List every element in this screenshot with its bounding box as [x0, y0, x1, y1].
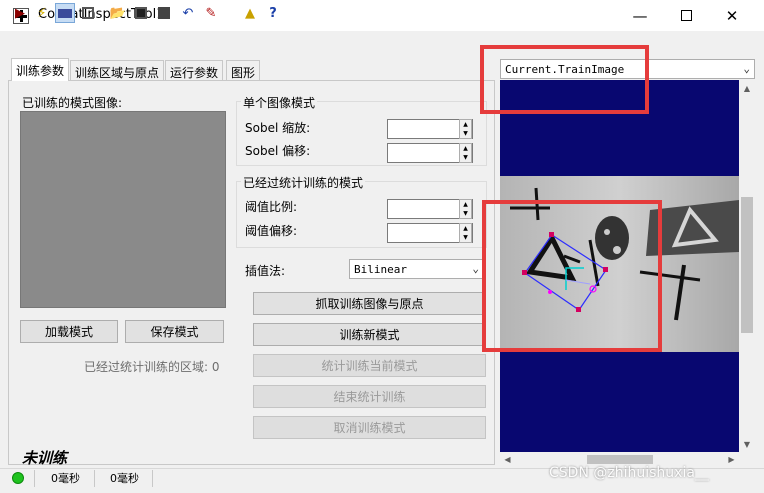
status-time-2: 0毫秒 — [110, 472, 139, 485]
minimize-icon: — — [632, 6, 648, 25]
chevron-down-icon: ⌄ — [743, 62, 750, 75]
scroll-down-icon[interactable]: ▼ — [739, 436, 755, 452]
scroll-right-icon[interactable]: ▶ — [724, 452, 739, 467]
threshold-scale-label: 阈值比例: — [245, 200, 298, 214]
help-icon[interactable]: ? — [263, 3, 283, 23]
image-display-icon[interactable] — [55, 3, 75, 23]
toolbar — [0, 31, 764, 57]
reset-icon[interactable] — [154, 3, 174, 23]
tab-run-params[interactable]: 运行参数 — [165, 60, 224, 81]
maximize-button[interactable] — [663, 0, 709, 31]
lightning-icon[interactable]: ⚡ — [32, 3, 52, 23]
status-divider — [94, 470, 95, 487]
status-led-icon — [12, 472, 24, 484]
status-divider — [152, 470, 153, 487]
load-pattern-button[interactable]: 加载模式 — [20, 320, 118, 343]
threshold-offset-stepper[interactable]: ▲ ▼ — [459, 223, 472, 243]
threshold-offset-label: 阈值偏移: — [245, 224, 298, 238]
sobel-offset-label: Sobel 偏移: — [245, 144, 311, 158]
tab-train-region[interactable]: 训练区域与原点 — [70, 60, 165, 81]
threshold-scale-stepper[interactable]: ▲ ▼ — [459, 199, 472, 219]
trained-pattern-image — [20, 111, 226, 308]
import-icon[interactable]: ↶ — [178, 3, 198, 23]
vertical-scroll-thumb[interactable] — [741, 197, 753, 333]
maximize-icon — [680, 10, 692, 21]
save-pattern-button[interactable]: 保存模式 — [125, 320, 224, 343]
multi-window-icon[interactable] — [78, 3, 98, 23]
run-icon[interactable]: ▶ — [10, 3, 30, 23]
sobel-scale-stepper[interactable]: ▲ ▼ — [459, 119, 472, 139]
interpolation-select[interactable]: Bilinear ⌄ — [349, 259, 484, 279]
status-divider — [34, 470, 35, 487]
tab-train-params[interactable]: 训练参数 — [11, 58, 70, 81]
end-stat-train-button[interactable]: 结束统计训练 — [253, 385, 486, 408]
close-icon: ✕ — [725, 6, 739, 25]
train-state-label: 未训练 — [22, 449, 68, 467]
scroll-left-icon[interactable]: ◀ — [500, 452, 515, 467]
stat-trained-group-title: 已经过统计训练的模式 — [241, 174, 366, 191]
grab-train-image-button[interactable]: 抓取训练图像与原点 — [253, 292, 486, 315]
vertical-scrollbar[interactable]: ▲ ▼ — [739, 80, 755, 452]
interpolation-value: Bilinear — [354, 262, 407, 276]
horizontal-scroll-thumb[interactable] — [587, 455, 653, 464]
close-button[interactable]: ✕ — [709, 0, 755, 31]
trained-image-label: 已训练的模式图像: — [22, 96, 123, 110]
watermark: CSDN @zhihuishuxia__ — [549, 465, 709, 481]
sobel-offset-stepper[interactable]: ▲ ▼ — [459, 143, 472, 163]
stat-trained-region-count: 已经过统计训练的区域: 0 — [84, 360, 220, 374]
save-icon[interactable] — [131, 3, 151, 23]
highlight-box-train-region — [482, 200, 662, 352]
sobel-scale-label: Sobel 缩放: — [245, 121, 311, 135]
minimize-button[interactable]: — — [617, 0, 663, 31]
highlight-box-image-selector — [480, 45, 649, 114]
chevron-down-icon: ⌄ — [472, 262, 479, 275]
single-image-group-title: 单个图像模式 — [241, 94, 318, 111]
train-new-pattern-button[interactable]: 训练新模式 — [253, 323, 486, 346]
stat-train-current-button[interactable]: 统计训练当前模式 — [253, 354, 486, 377]
interpolation-label: 插值法: — [245, 264, 286, 278]
status-time-1: 0毫秒 — [51, 472, 80, 485]
brush-icon[interactable]: ✎ — [201, 3, 221, 23]
cancel-train-button[interactable]: 取消训练模式 — [253, 416, 486, 439]
tab-graphics[interactable]: 图形 — [226, 60, 261, 81]
open-folder-icon[interactable]: 📂 — [108, 3, 128, 23]
scroll-up-icon[interactable]: ▲ — [739, 80, 755, 96]
ruler-icon[interactable]: ▲ — [240, 3, 260, 23]
